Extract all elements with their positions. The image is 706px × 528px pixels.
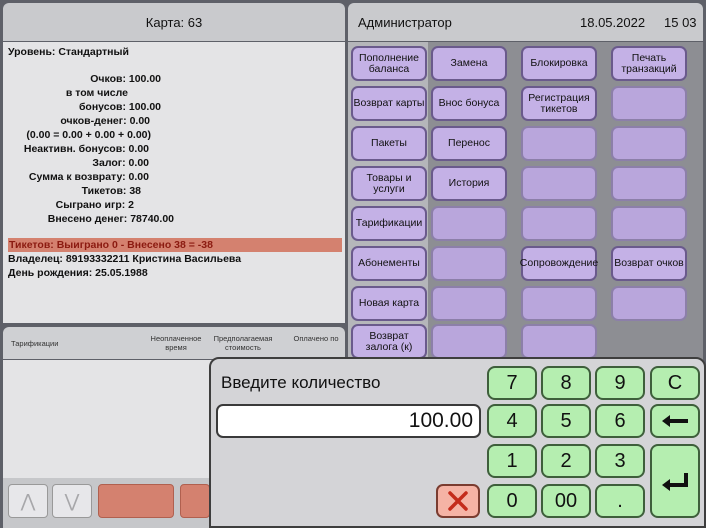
footer-action-button[interactable] <box>98 484 174 518</box>
column-header: Тарификации <box>11 339 59 348</box>
action-button-disabled <box>611 126 687 161</box>
dialog-title: Введите количество <box>221 373 381 392</box>
action-button-disabled <box>431 286 507 321</box>
action-button[interactable]: Сопровождение <box>520 246 598 281</box>
action-button[interactable]: Новая карта <box>351 286 427 321</box>
card-info-panel: Уровень: Стандартный Очков: 100.00 в том … <box>3 42 345 323</box>
backspace-key[interactable] <box>650 404 700 438</box>
quantity-input[interactable]: 100.00 <box>216 404 481 438</box>
card-stat-line: бонусов: 100.00 <box>78 101 161 113</box>
action-button[interactable]: Перенос <box>431 126 507 161</box>
current-time: 15 03 <box>664 15 697 30</box>
action-button[interactable]: Замена <box>431 46 507 81</box>
card-level: Уровень: Стандартный <box>8 46 129 58</box>
scroll-down-button[interactable]: ⋁ <box>52 484 92 518</box>
action-button-disabled <box>521 286 597 321</box>
action-button[interactable]: Товары и услуги <box>351 166 427 201</box>
card-owner: Владелец: 89193332211 Кристина Васильева <box>8 253 242 265</box>
column-header: Неоплаченное время <box>150 334 202 352</box>
key-4[interactable]: 4 <box>487 404 537 438</box>
action-button[interactable]: Пакеты <box>351 126 427 161</box>
column-header: Предполагаемая стоимость <box>213 334 273 352</box>
tickets-summary: Тикетов: Выиграно 0 - Внесено 38 = -38 <box>9 239 213 251</box>
top-bar: Администратор 18.05.2022 15 03 <box>348 3 703 41</box>
user-name: Администратор <box>358 15 452 30</box>
card-stat-line: в том числе <box>65 87 128 99</box>
card-stat-line: Залог: 0.00 <box>92 157 149 169</box>
key-9[interactable]: 9 <box>595 366 645 400</box>
action-button[interactable]: Тарификации <box>351 206 427 241</box>
card-stat-line: Внесено денег: 78740.00 <box>47 213 174 225</box>
action-button-disabled <box>431 206 507 241</box>
card-stat-line: Сыграно игр: 2 <box>55 199 134 211</box>
action-button-disabled <box>611 166 687 201</box>
chevron-down-icon: ⋁ <box>64 490 80 511</box>
action-button[interactable]: Внос бонуса <box>431 86 507 121</box>
key-7[interactable]: 7 <box>487 366 537 400</box>
scroll-up-button[interactable]: ⋀ <box>8 484 48 518</box>
key-6[interactable]: 6 <box>595 404 645 438</box>
action-button-disabled <box>521 206 597 241</box>
backspace-arrow-icon <box>662 415 688 427</box>
close-icon <box>448 491 468 511</box>
action-button-disabled <box>521 126 597 161</box>
key-5[interactable]: 5 <box>541 404 591 438</box>
action-button-disabled <box>521 324 597 359</box>
key-1[interactable]: 1 <box>487 444 537 478</box>
action-button-disabled <box>431 324 507 359</box>
card-stat-line: Тикетов: 38 <box>81 185 141 197</box>
card-stat-line: Очков: 100.00 <box>90 73 161 85</box>
card-stat-line: Неактивн. бонусов: 0.00 <box>23 143 149 155</box>
cancel-button[interactable] <box>436 484 480 518</box>
enter-key[interactable] <box>650 444 700 518</box>
action-button[interactable]: Печать транзакций <box>611 46 687 81</box>
action-button-disabled <box>611 86 687 121</box>
card-birthday: День рождения: 25.05.1988 <box>8 267 148 279</box>
action-button[interactable]: Абонементы <box>351 246 427 281</box>
action-button[interactable]: Блокировка <box>521 46 597 81</box>
key-0[interactable]: 0 <box>487 484 537 518</box>
card-stat-line: Сумма к возврату: 0.00 <box>28 171 149 183</box>
action-button-disabled <box>611 286 687 321</box>
action-button[interactable]: История <box>431 166 507 201</box>
footer-action-button[interactable] <box>180 484 210 518</box>
key-2[interactable]: 2 <box>541 444 591 478</box>
app-window: Карта: 63 Уровень: Стандартный Очков: 10… <box>0 0 706 528</box>
column-header: Оплачено по <box>293 334 339 343</box>
action-button[interactable]: Возврат залога (к) <box>351 324 427 359</box>
chevron-up-icon: ⋀ <box>20 490 36 511</box>
key-8[interactable]: 8 <box>541 366 591 400</box>
action-button[interactable]: Регистрация тикетов <box>521 86 597 121</box>
action-button[interactable]: Возврат карты <box>351 86 427 121</box>
action-button-disabled <box>611 206 687 241</box>
enter-arrow-icon <box>662 473 688 491</box>
key-00[interactable]: 00 <box>541 484 591 518</box>
card-stat-line: (0.00 = 0.00 + 0.00 + 0.00) <box>26 129 151 141</box>
action-button[interactable]: Пополнение баланса <box>351 46 427 81</box>
card-title: Карта: 63 <box>3 3 345 41</box>
clear-key[interactable]: C <box>650 366 700 400</box>
action-button-disabled <box>431 246 507 281</box>
action-button-disabled <box>521 166 597 201</box>
tariff-list-header: Тарификации Неоплаченное время Предполаг… <box>3 327 345 359</box>
card-stat-line: очков-денег: 0.00 <box>60 115 150 127</box>
key-decimal[interactable]: . <box>595 484 645 518</box>
action-button[interactable]: Возврат очков <box>611 246 687 281</box>
key-3[interactable]: 3 <box>595 444 645 478</box>
current-date: 18.05.2022 <box>580 15 646 30</box>
